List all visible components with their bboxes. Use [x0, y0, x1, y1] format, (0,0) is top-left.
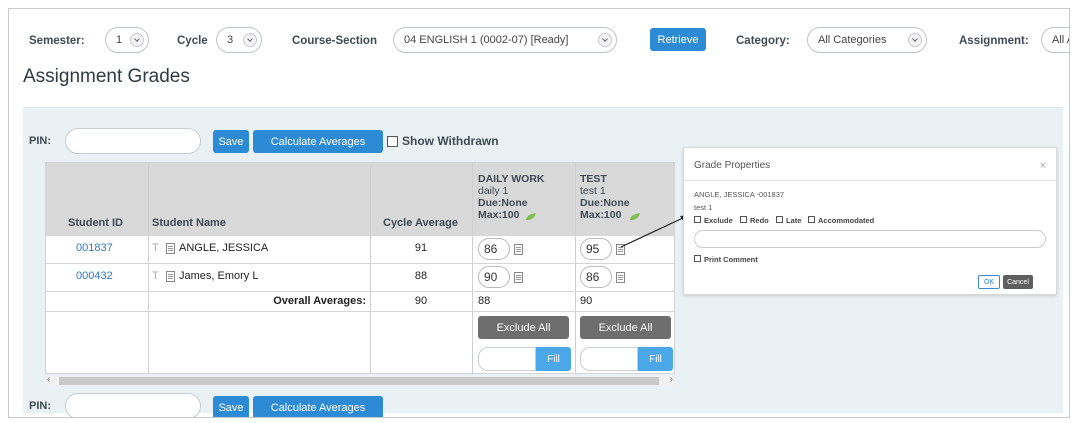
exclude-label: Exclude [704, 216, 733, 225]
calculate-averages-button[interactable]: Calculate Averages [253, 396, 383, 417]
show-withdrawn-checkbox[interactable] [387, 136, 398, 147]
chevron-down-icon [243, 33, 257, 47]
student-id-link[interactable]: 000432 [76, 270, 113, 282]
fill-button[interactable]: Fill [638, 347, 673, 371]
semester-select[interactable]: 1 [105, 27, 149, 53]
cycle-average-value: 88 [414, 270, 428, 282]
scroll-right-icon[interactable]: › [670, 374, 673, 385]
note-icon[interactable] [514, 272, 523, 283]
chevron-down-icon [130, 33, 144, 47]
scroll-left-icon[interactable]: ‹ [47, 374, 50, 385]
exclude-all-button[interactable]: Exclude All [478, 316, 569, 339]
semester-value: 1 [116, 34, 123, 46]
dialog-title: Grade Properties [694, 160, 771, 171]
accommodated-label: Accommodated [818, 216, 875, 225]
redo-label: Redo [750, 216, 769, 225]
leaf-icon[interactable] [525, 212, 537, 221]
save-button[interactable]: Save [213, 396, 249, 417]
t-icon[interactable]: T [152, 270, 159, 282]
print-comment-label: Print Comment [704, 255, 758, 264]
retrieve-button[interactable]: Retrieve [650, 28, 706, 51]
chevron-down-icon [598, 33, 612, 47]
category-value: All Categories [818, 34, 887, 46]
app-frame: Semester: 1 Cycle 3 Course-Section 04 EN… [8, 8, 1070, 418]
ok-button[interactable]: OK [978, 275, 1000, 289]
pointer-arrow [620, 215, 689, 248]
assignment-label: Assignment: [959, 35, 1029, 47]
dialog-student: ANGLE, JESSICA -001837 [694, 190, 785, 199]
grade-input[interactable]: 95 [580, 238, 612, 260]
course-section-label: Course-Section [292, 35, 377, 47]
overall-assignment-average: 90 [580, 295, 593, 307]
note-icon[interactable] [514, 244, 523, 255]
student-id-link[interactable]: 001837 [76, 242, 113, 254]
cycle-label: Cycle [177, 35, 208, 47]
category-select[interactable]: All Categories [807, 27, 927, 53]
grade-input[interactable]: 86 [478, 238, 510, 260]
pin-label: PIN: [29, 400, 51, 412]
semester-label: Semester: [29, 35, 85, 47]
print-comment-checkbox[interactable] [694, 255, 701, 262]
category-label: Category: [736, 35, 790, 47]
overall-averages-label: Overall Averages: [273, 295, 366, 307]
dialog-assignment: test 1 [694, 203, 713, 212]
horizontal-scrollbar[interactable]: ‹ › [45, 374, 675, 386]
late-checkbox[interactable] [776, 216, 783, 223]
fill-input[interactable] [580, 347, 638, 371]
header-student-name: Student Name [152, 217, 226, 229]
save-button[interactable]: Save [213, 130, 249, 153]
grade-properties-dialog: Grade Properties × ANGLE, JESSICA -00183… [683, 147, 1057, 295]
accommodated-checkbox[interactable] [808, 216, 815, 223]
note-icon[interactable] [166, 271, 175, 282]
exclude-all-button[interactable]: Exclude All [580, 316, 671, 339]
overall-assignment-average: 88 [478, 295, 491, 307]
assignment-value: All A [1052, 34, 1069, 46]
cycle-average-value: 91 [414, 242, 428, 254]
note-icon[interactable] [166, 243, 175, 254]
grade-input[interactable]: 86 [580, 266, 612, 288]
cycle-select[interactable]: 3 [216, 27, 262, 53]
course-section-value: 04 ENGLISH 1 (0002-07) [Ready] [404, 34, 569, 46]
fill-button[interactable]: Fill [536, 347, 571, 371]
grades-table: Student ID Student Name Cycle Average DA… [45, 162, 675, 374]
filter-bar: Semester: 1 Cycle 3 Course-Section 04 EN… [9, 9, 1069, 65]
pin-input[interactable] [65, 393, 201, 417]
late-label: Late [786, 216, 802, 225]
note-icon[interactable] [616, 272, 625, 283]
page-title: Assignment Grades [23, 66, 190, 87]
show-withdrawn-label: Show Withdrawn [402, 134, 499, 148]
overall-average-value: 90 [414, 295, 428, 307]
redo-checkbox[interactable] [740, 216, 747, 223]
chevron-down-icon [908, 33, 922, 47]
header-cycle-average: Cycle Average [383, 217, 459, 229]
student-name: ANGLE, JESSICA [179, 242, 269, 254]
course-section-select[interactable]: 04 ENGLISH 1 (0002-07) [Ready] [393, 27, 617, 53]
student-name: James, Emory L [179, 270, 259, 282]
comment-input[interactable] [694, 230, 1046, 248]
calculate-averages-button[interactable]: Calculate Averages [253, 130, 383, 153]
close-icon[interactable]: × [1040, 160, 1046, 172]
assignment-select[interactable]: All A [1041, 27, 1069, 53]
scrollbar-thumb[interactable] [59, 377, 659, 385]
fill-input[interactable] [478, 347, 536, 371]
pin-label: PIN: [29, 135, 51, 147]
header-student-id: Student ID [68, 217, 123, 229]
pin-input[interactable] [65, 128, 201, 154]
cancel-button[interactable]: Cancel [1003, 275, 1033, 289]
exclude-checkbox[interactable] [694, 216, 701, 223]
t-icon[interactable]: T [152, 242, 159, 254]
cycle-value: 3 [227, 34, 234, 46]
grade-input[interactable]: 90 [478, 266, 510, 288]
